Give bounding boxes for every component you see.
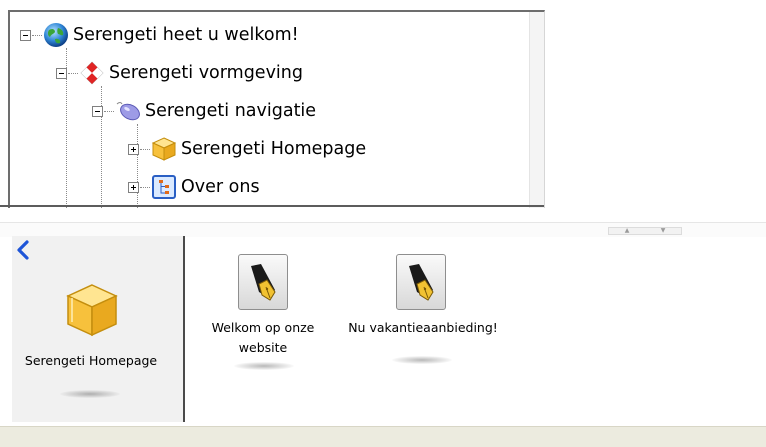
tree-node-navigation[interactable]: Serengeti navigatie [92, 98, 316, 124]
checker-cube-icon [79, 60, 105, 86]
box-icon [151, 136, 177, 162]
tree-node-label[interactable]: Over ons [181, 177, 260, 197]
collapse-toggle-icon[interactable] [20, 29, 31, 41]
tree-node-label[interactable]: Serengeti heet u welkom! [73, 25, 299, 45]
tree-node-welcome[interactable]: Serengeti heet u welkom! [20, 22, 299, 48]
icon-shadow [392, 356, 452, 364]
page-hierarchy-icon [151, 174, 177, 200]
current-page-label: Serengeti Homepage [24, 353, 158, 368]
tree-node-label[interactable]: Serengeti navigatie [145, 101, 316, 121]
content-item-label: Welkom op onze website [211, 320, 315, 355]
mouse-icon [115, 98, 141, 124]
back-arrow-icon[interactable] [16, 240, 32, 262]
tree-bottom-border [0, 205, 544, 207]
tree-node-about-us[interactable]: Over ons [128, 174, 260, 200]
tree-node-design[interactable]: Serengeti vormgeving [56, 60, 303, 86]
expand-toggle-icon[interactable] [128, 143, 139, 155]
globe-icon [43, 22, 69, 48]
content-item-vacation-offer[interactable] [396, 254, 446, 310]
tree-node-label[interactable]: Serengeti Homepage [181, 139, 366, 159]
tree-scrollbar[interactable] [529, 12, 544, 208]
panel-top-strip: ▲ ▼ [0, 222, 766, 237]
content-item-welcome[interactable] [238, 254, 288, 310]
pane-divider[interactable] [183, 236, 185, 422]
site-tree: Serengeti heet u welkom! Serengeti vormg… [8, 10, 545, 208]
scroll-down-icon[interactable]: ▼ [661, 228, 666, 234]
icon-shadow [234, 362, 294, 370]
status-bar [0, 426, 766, 447]
tree-node-homepage[interactable]: Serengeti Homepage [128, 136, 366, 162]
scroll-up-icon[interactable]: ▲ [625, 228, 630, 234]
pen-icon[interactable] [238, 254, 288, 310]
mini-scroll-control[interactable]: ▲ ▼ [608, 227, 682, 235]
box-icon[interactable] [64, 282, 120, 342]
tree-node-label[interactable]: Serengeti vormgeving [109, 63, 303, 83]
page-detail-panel: ▲ ▼ Serengeti Homepage Welkom op onze we… [0, 222, 766, 446]
site-tree-panel: Serengeti heet u welkom! Serengeti vormg… [0, 0, 766, 208]
expand-toggle-icon[interactable] [128, 181, 139, 193]
icon-shadow [60, 390, 120, 398]
collapse-toggle-icon[interactable] [92, 105, 103, 117]
collapse-toggle-icon[interactable] [56, 67, 67, 79]
pen-icon[interactable] [396, 254, 446, 310]
content-item-label: Nu vakantieaanbieding! [348, 320, 498, 335]
